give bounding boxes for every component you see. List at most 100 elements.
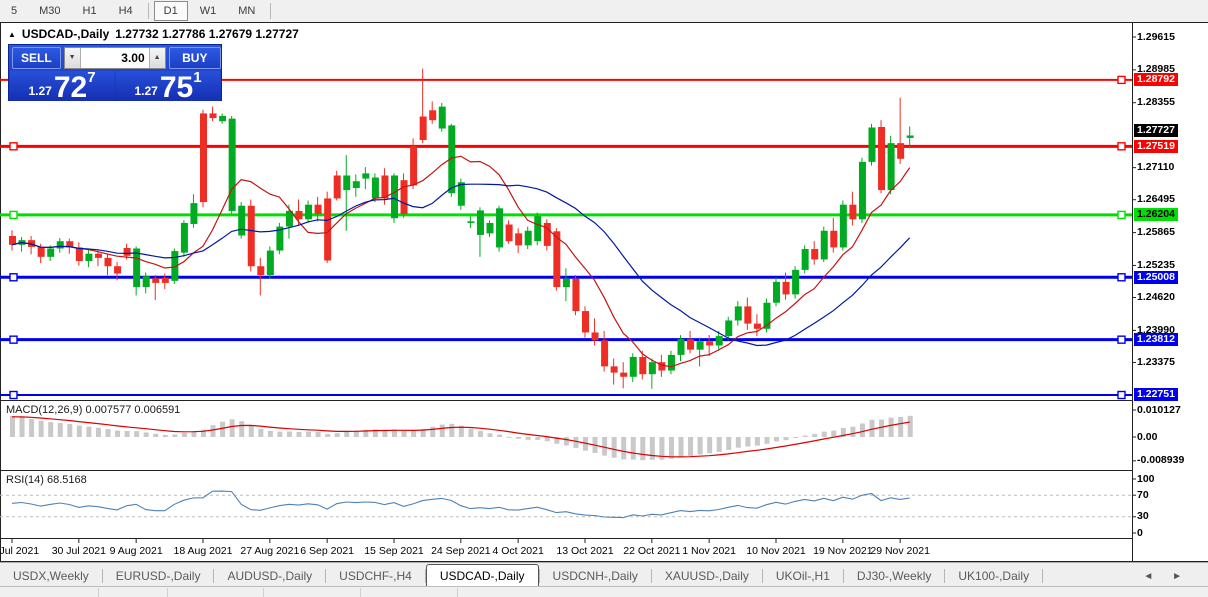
candle	[648, 362, 656, 375]
chart-tab-audusd-[interactable]: AUDUSD-,Daily	[214, 566, 325, 587]
chart-tab-xauusd-[interactable]: XAUUSD-,Daily	[652, 566, 762, 587]
candle	[677, 339, 685, 355]
macd-histogram-bar	[48, 422, 54, 437]
macd-histogram-bar	[697, 437, 703, 455]
chart-tab-eurusd-[interactable]: EURUSD-,Daily	[103, 566, 214, 587]
macd-histogram-bar	[688, 437, 694, 456]
candle	[75, 247, 83, 262]
macd-histogram-bar	[277, 431, 283, 437]
chart-tab-ukoil-[interactable]: UKOil-,H1	[763, 566, 843, 587]
buy-price-pip: 1	[193, 69, 202, 86]
date-tick-label: 9 Aug 2021	[109, 545, 163, 557]
rsi-tick-label: 70	[1137, 488, 1149, 501]
tab-scroll-arrows[interactable]: ◄ ►	[1143, 571, 1190, 582]
macd-histogram-bar	[67, 424, 73, 437]
buy-button[interactable]: BUY	[168, 47, 221, 69]
level-line-handle[interactable]	[9, 142, 18, 151]
candle	[400, 180, 408, 215]
candle	[123, 247, 131, 256]
price-axis-divider	[1132, 22, 1133, 562]
price-tick-label: 1.27110	[1137, 161, 1175, 174]
candle	[515, 233, 523, 246]
level-line-handle[interactable]	[9, 390, 18, 400]
price-tick-label: 1.25865	[1137, 226, 1175, 239]
chart-tab-usdchf-[interactable]: USDCHF-,H4	[326, 566, 425, 587]
level-line-handle[interactable]	[9, 335, 18, 344]
candle	[410, 146, 418, 186]
macd-tick-label: -0.008939	[1137, 454, 1185, 467]
candle	[858, 161, 866, 220]
macd-histogram-bar	[430, 426, 436, 437]
candle	[114, 266, 122, 274]
level-line-handle[interactable]	[1117, 390, 1126, 400]
macd-histogram-bar	[544, 437, 550, 442]
level-line-handle[interactable]	[1117, 335, 1126, 344]
level-line-handle[interactable]	[9, 273, 18, 282]
macd-histogram-bar	[411, 430, 417, 437]
candle	[878, 126, 886, 191]
date-tick-label: 19 Nov 2021	[813, 545, 873, 557]
level-line-handle[interactable]	[1117, 273, 1126, 282]
candle	[792, 269, 800, 295]
candle	[219, 116, 227, 122]
candle	[476, 210, 484, 235]
sell-price-prefix: 1.27	[28, 84, 52, 98]
candle	[209, 113, 217, 119]
candle	[56, 241, 64, 249]
macd-histogram-bar	[143, 432, 149, 437]
collapse-chart-icon[interactable]: ▲	[8, 30, 16, 39]
pane-divider-macd-rsi[interactable]	[0, 470, 1132, 471]
volume-increase-icon[interactable]: ▲	[148, 48, 165, 68]
macd-histogram-bar	[239, 421, 245, 437]
candle	[629, 356, 637, 377]
macd-histogram-bar	[134, 431, 140, 437]
date-tick-label: 29 Nov 2021	[870, 545, 930, 557]
candle	[715, 336, 723, 346]
macd-histogram-bar	[898, 417, 904, 437]
candle	[849, 204, 857, 220]
chart-tab-usdx[interactable]: USDX,Weekly	[0, 566, 102, 587]
chart-tab-usdcad-[interactable]: USDCAD-,Daily	[425, 564, 539, 587]
sell-price-quote[interactable]: 1.27 72 7	[10, 69, 114, 103]
candle	[161, 277, 169, 283]
chart-title: ▲ USDCAD-,Daily 1.27732 1.27786 1.27679 …	[8, 27, 299, 41]
level-line-handle[interactable]	[1117, 142, 1126, 151]
candle	[362, 173, 370, 179]
candle	[47, 248, 55, 257]
macd-histogram-bar	[449, 423, 455, 437]
candle	[620, 372, 628, 377]
macd-histogram-bar	[678, 437, 684, 458]
chart-tab-uk100-[interactable]: UK100-,Daily	[945, 566, 1042, 587]
rsi-tick-label: 30	[1137, 510, 1149, 523]
sell-button[interactable]: SELL	[12, 47, 61, 69]
volume-input[interactable]: 3.00	[81, 48, 149, 68]
level-line-handle[interactable]	[1117, 75, 1126, 85]
level-price-label: 1.23812	[1134, 333, 1178, 347]
level-line-handle[interactable]	[9, 210, 18, 220]
rsi-indicator-value: 68.5168	[46, 474, 87, 486]
volume-decrease-icon[interactable]: ▼	[64, 48, 81, 68]
macd-histogram-bar	[497, 434, 503, 437]
macd-histogram-bar	[153, 433, 159, 437]
macd-histogram-bar	[573, 437, 579, 448]
volume-stepper[interactable]: ▼ 3.00 ▲	[63, 47, 166, 69]
candle	[897, 143, 905, 159]
candle	[190, 203, 198, 224]
chart-tab-usdcnh-[interactable]: USDCNH-,Daily	[540, 566, 651, 587]
candle	[572, 278, 580, 312]
date-tick-label: 13 Oct 2021	[556, 545, 614, 557]
candle	[419, 116, 427, 141]
level-line-handle[interactable]	[1117, 210, 1126, 220]
chart-tab-dj30-[interactable]: DJ30-,Weekly	[844, 566, 944, 587]
candle	[639, 356, 647, 375]
candle	[85, 253, 93, 262]
candle	[906, 135, 914, 138]
buy-price-quote[interactable]: 1.27 75 1	[116, 69, 220, 103]
candle	[305, 204, 313, 220]
level-price-label: 1.27519	[1134, 139, 1178, 153]
macd-histogram-bar	[888, 417, 894, 437]
pane-divider-price-macd[interactable]	[0, 400, 1132, 401]
candle	[238, 205, 246, 236]
macd-histogram-bar	[563, 437, 569, 446]
macd-histogram-bar	[229, 419, 235, 437]
